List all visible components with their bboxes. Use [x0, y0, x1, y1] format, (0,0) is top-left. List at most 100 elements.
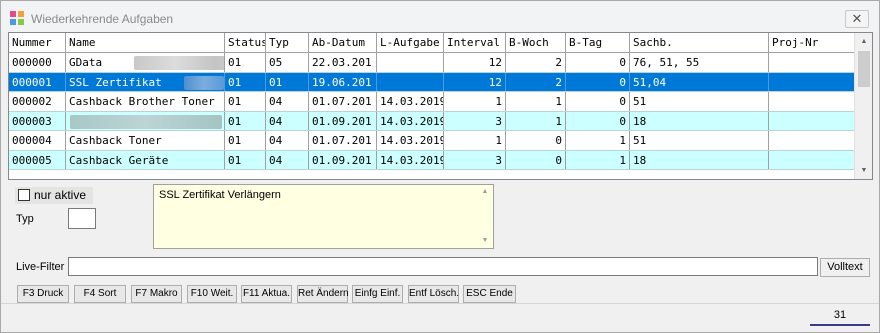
col-l-aufgabe-cell: 14.03.2019 — [377, 92, 444, 111]
function-key-button[interactable]: F10 Weit. — [187, 285, 237, 303]
col-b-tag-header[interactable]: B-Tag — [566, 33, 630, 52]
col-b-tag-text: 0 — [619, 56, 626, 69]
scroll-thumb[interactable] — [858, 51, 870, 87]
function-key-button[interactable]: Einfg Einf. — [352, 285, 403, 303]
col-typ-cell: 05 — [266, 53, 309, 72]
live-filter-label: Live-Filter — [16, 261, 65, 273]
col-l-aufgabe-cell — [377, 53, 444, 72]
col-b-woch-header[interactable]: B-Woch — [506, 33, 566, 52]
table-row[interactable]: 000001 SSL Zertifikat 01 01 19.06.201 12 2 0 51,… — [9, 72, 855, 92]
function-key-button[interactable]: Ret Ändern — [297, 285, 349, 303]
memo-scrollbar[interactable]: ▲ ▼ — [477, 185, 493, 248]
col-typ-text: 04 — [269, 134, 283, 147]
memo-scroll-up-icon[interactable]: ▲ — [477, 185, 493, 199]
col-l-aufgabe-header[interactable]: L-Aufgabe — [377, 33, 444, 52]
col-ab-datum-header[interactable]: Ab-Datum — [309, 33, 377, 52]
col-proj-nr-header[interactable]: Proj-Nr — [769, 33, 855, 52]
memo-scroll-down-icon[interactable]: ▼ — [477, 234, 493, 248]
col-typ-text: 01 — [269, 75, 283, 89]
col-name-cell: SSL Zertifikat — [66, 72, 225, 91]
col-sachb-cell: 76, 51, 55 — [630, 53, 769, 72]
col-name-cell: Cashback Brother Toner — [66, 92, 225, 111]
nur-aktive-checkbox[interactable]: nur aktive — [15, 187, 93, 204]
function-key-button[interactable]: F7 Makro — [131, 285, 182, 303]
col-typ-text: 04 — [269, 153, 283, 167]
col-interval-text: 1 — [495, 95, 502, 108]
checkbox-box[interactable] — [18, 189, 30, 201]
col-proj-nr-cell — [769, 131, 855, 150]
col-b-woch-cell: 0 — [506, 150, 566, 169]
col-b-tag-text: 1 — [619, 153, 626, 167]
col-sachb-text: 51 — [633, 134, 647, 147]
redacted-region — [184, 75, 224, 90]
task-grid[interactable]: Nummer Name Status Typ Ab-Datum L-Aufgabe Inte… — [8, 32, 873, 180]
grid-vertical-scrollbar[interactable]: ▲ ▼ — [854, 33, 872, 179]
function-key-button[interactable]: F3 Druck — [17, 285, 69, 303]
function-key-button[interactable]: F4 Sort — [74, 285, 126, 303]
function-key-button[interactable]: F11 Aktua. — [241, 285, 292, 303]
table-row[interactable]: 000000 GData 01 05 22.03.201 12 2 0 76, 51, 55 — [9, 53, 855, 73]
col-status-cell: 01 — [225, 72, 266, 91]
col-b-tag-text: 0 — [619, 75, 626, 89]
col-nummer-header[interactable]: Nummer — [9, 33, 66, 52]
col-typ-header[interactable]: Typ — [266, 33, 309, 52]
table-row[interactable]: 000002 Cashback Brother Toner 01 04 01.07.20… — [9, 92, 855, 112]
scroll-down-icon[interactable]: ▼ — [855, 162, 872, 179]
col-name-text: Cashback Geräte — [69, 153, 169, 167]
typ-input[interactable] — [68, 208, 96, 229]
window-title: Wiederkehrende Aufgaben — [31, 12, 174, 26]
col-nummer-cell: 000000 — [9, 53, 66, 72]
table-row[interactable]: 000003 01 04 01.09.201 14.03.2019 3 1 0 18 — [9, 111, 855, 131]
col-sachb-text: 18 — [633, 153, 647, 167]
col-name-cell: GData — [66, 53, 225, 72]
table-row[interactable]: 000005 Cashback Geräte 01 04 01.09.201 14.03.… — [9, 150, 855, 170]
col-interval-cell: 1 — [444, 92, 506, 111]
col-name-cell — [66, 111, 225, 130]
col-b-woch-text: 1 — [555, 114, 562, 128]
scroll-up-icon[interactable]: ▲ — [855, 33, 872, 50]
col-proj-nr-cell — [769, 111, 855, 130]
col-name-text: GData — [69, 56, 103, 69]
col-status-text: 01 — [228, 114, 242, 128]
col-l-aufgabe-text: 14.03.2019 — [380, 153, 444, 167]
col-nummer-cell: 000004 — [9, 131, 66, 150]
title-bar[interactable]: Wiederkehrende Aufgaben ✕ — [1, 1, 879, 32]
col-status-cell: 01 — [225, 92, 266, 111]
col-name-text: Cashback Toner — [69, 134, 162, 147]
live-filter-input[interactable] — [68, 257, 818, 276]
col-b-tag-cell: 0 — [566, 92, 630, 111]
col-nummer-text: 000002 — [12, 95, 52, 108]
col-l-aufgabe-cell — [377, 72, 444, 91]
memo-text: SSL Zertifikat Verlängern — [159, 189, 281, 201]
function-key-button[interactable]: ESC Ende — [463, 285, 516, 303]
col-nummer-cell: 000001 — [9, 72, 66, 91]
col-sachb-cell: 18 — [630, 150, 769, 169]
col-sachb-cell: 51,04 — [630, 72, 769, 91]
col-ab-datum-cell: 01.09.201 — [309, 111, 377, 130]
col-b-woch-cell: 2 — [506, 53, 566, 72]
col-nummer-text: 000004 — [12, 134, 52, 147]
col-l-aufgabe-text: 14.03.2019 — [380, 114, 444, 128]
redacted-region — [70, 114, 222, 129]
col-ab-datum-text: 01.07.201 — [312, 134, 372, 147]
nur-aktive-label: nur aktive — [34, 188, 87, 202]
col-ab-datum-cell: 19.06.201 — [309, 72, 377, 91]
col-ab-datum-cell: 22.03.201 — [309, 53, 377, 72]
table-row[interactable]: 000004 Cashback Toner 01 04 01.07.201 14.03.2… — [9, 131, 855, 151]
col-interval-header[interactable]: Interval — [444, 33, 506, 52]
col-b-woch-text: 0 — [555, 153, 562, 167]
col-interval-cell: 3 — [444, 150, 506, 169]
col-b-tag-cell: 1 — [566, 150, 630, 169]
close-button[interactable]: ✕ — [845, 10, 869, 28]
col-status-text: 01 — [228, 75, 242, 89]
col-interval-cell: 1 — [444, 131, 506, 150]
col-sachb-header[interactable]: Sachb. — [630, 33, 769, 52]
col-status-cell: 01 — [225, 150, 266, 169]
col-interval-cell: 3 — [444, 111, 506, 130]
col-sachb-text: 76, 51, 55 — [633, 56, 700, 69]
description-memo[interactable]: SSL Zertifikat Verlängern ▲ ▼ — [153, 184, 494, 249]
col-name-header[interactable]: Name — [66, 33, 225, 52]
col-status-header[interactable]: Status — [225, 33, 266, 52]
function-key-button[interactable]: Entf Lösch. — [408, 285, 459, 303]
volltext-button[interactable]: Volltext — [820, 258, 870, 277]
